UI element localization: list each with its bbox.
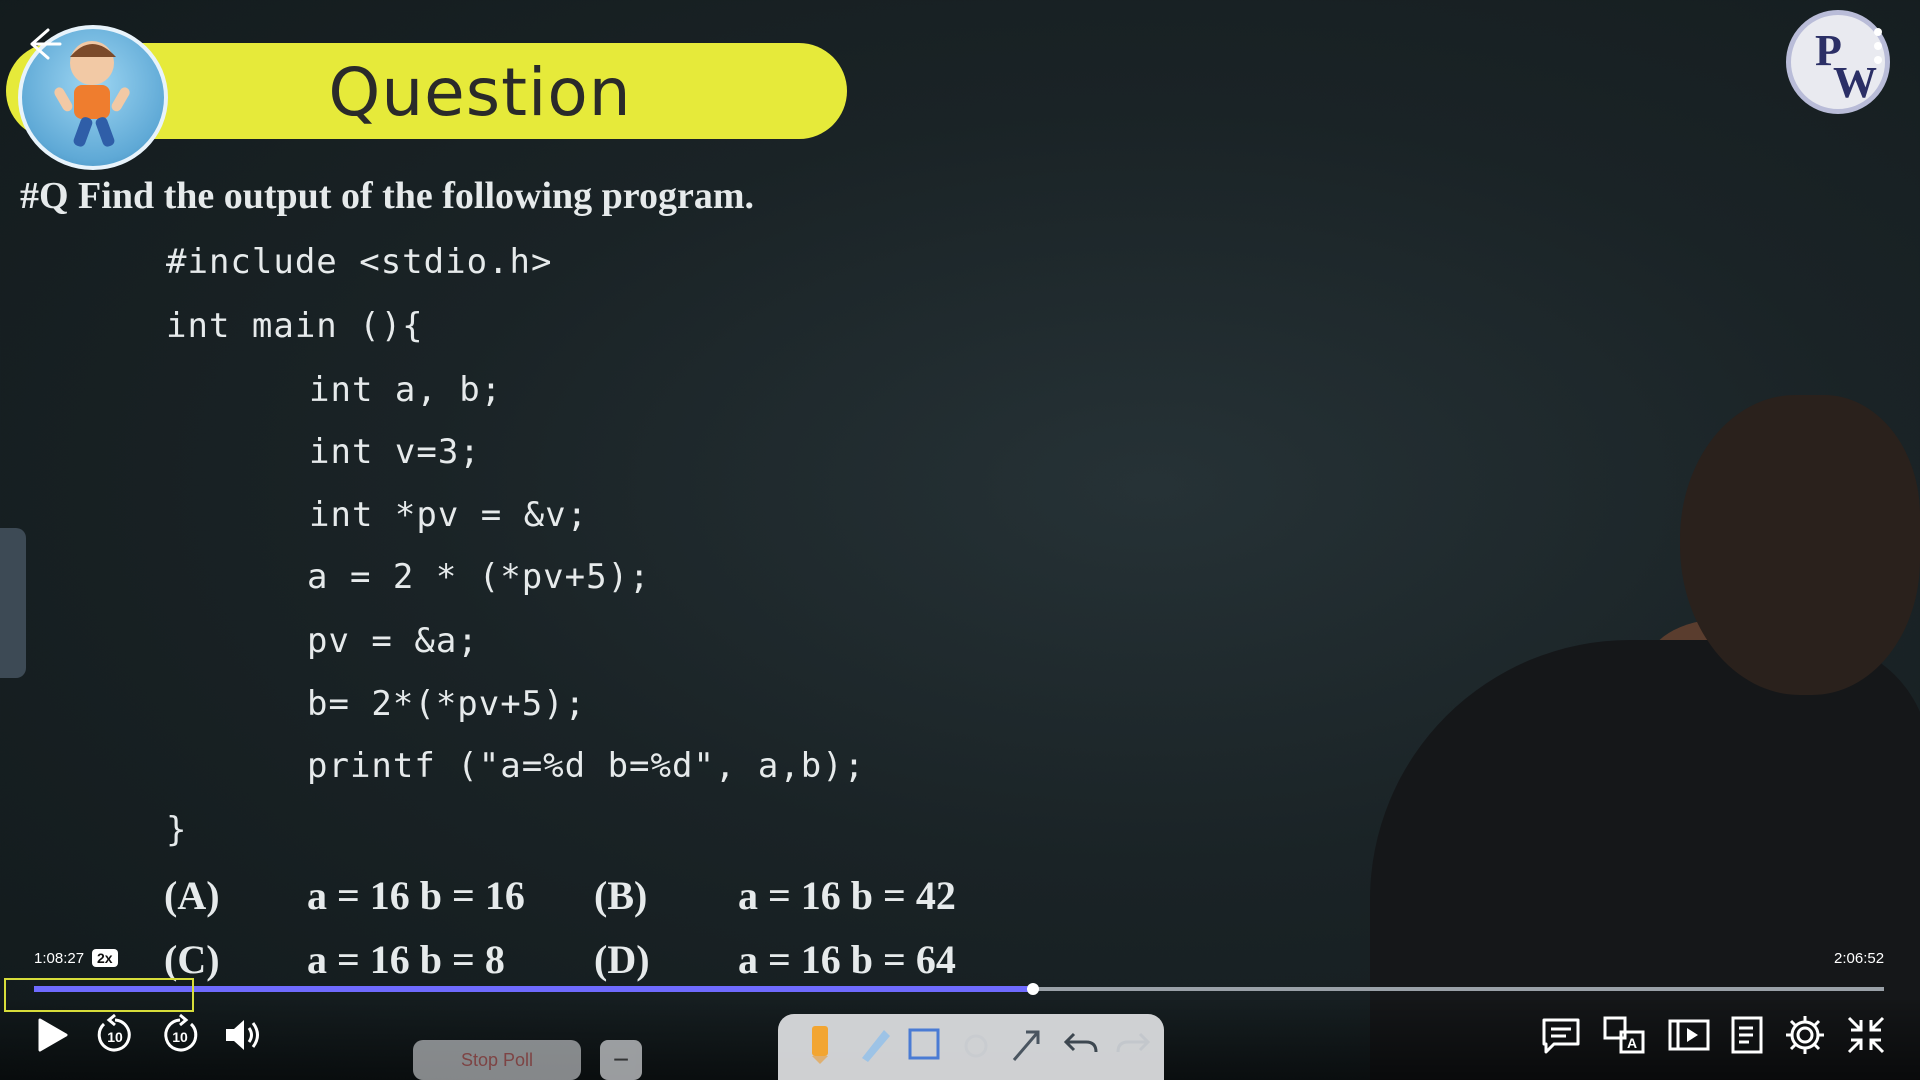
banner-title: Question (328, 53, 632, 131)
code-line: pv = &a; (307, 621, 479, 661)
option-text-c: a = 16 b = 8 (307, 937, 505, 982)
code-line: printf ("a=%d b=%d", a,b); (307, 746, 866, 786)
question-text: #Q Find the output of the following prog… (20, 175, 755, 217)
current-time: 1:08:27 (34, 950, 85, 967)
option-label-c: (C) (164, 937, 220, 982)
playback-speed-badge[interactable]: 2x (92, 949, 118, 967)
rewind-10-icon[interactable]: 10 (92, 1012, 138, 1058)
play-icon[interactable] (28, 1012, 74, 1058)
option-text-d: a = 16 b = 64 (738, 937, 956, 982)
translate-icon[interactable]: A (1601, 1012, 1647, 1058)
code-line: int v=3; (309, 432, 481, 472)
notes-icon[interactable] (1725, 1012, 1771, 1058)
arrow-icon[interactable] (1006, 1022, 1046, 1066)
circle-icon[interactable] (956, 1022, 996, 1066)
side-panel-handle[interactable] (0, 528, 26, 678)
chat-icon[interactable] (1538, 1012, 1584, 1058)
rectangle-icon[interactable] (904, 1022, 944, 1066)
forward-label: 10 (172, 1029, 188, 1045)
rewind-label: 10 (107, 1029, 123, 1045)
redo-icon[interactable] (1114, 1022, 1154, 1066)
code-line: } (166, 810, 188, 850)
minus-button[interactable]: − (600, 1040, 642, 1080)
code-line: int main (){ (166, 306, 424, 346)
progress-thumb[interactable] (1027, 983, 1039, 995)
stop-poll-button[interactable]: Stop Poll (413, 1040, 581, 1080)
total-time: 2:06:52 (1834, 950, 1885, 967)
thumbnail-preview-frame (4, 978, 194, 1012)
code-line: int a, b; (309, 370, 503, 410)
more-options-icon[interactable] (1868, 22, 1888, 70)
pen-icon[interactable] (800, 1022, 840, 1066)
presenter-head (1680, 395, 1920, 695)
code-line: int *pv = &v; (309, 495, 589, 535)
option-label-a: (A) (164, 873, 220, 918)
settings-icon[interactable] (1782, 1012, 1828, 1058)
code-line: a = 2 * (*pv+5); (307, 557, 651, 597)
option-text-b: a = 16 b = 42 (738, 873, 956, 918)
exit-fullscreen-icon[interactable] (1843, 1012, 1889, 1058)
code-line: #include <stdio.h> (166, 242, 553, 282)
undo-icon[interactable] (1060, 1022, 1100, 1066)
volume-icon[interactable] (220, 1012, 266, 1058)
video-panel-icon[interactable] (1666, 1012, 1712, 1058)
option-text-a: a = 16 b = 16 (307, 873, 525, 918)
back-arrow-icon[interactable] (18, 20, 66, 68)
code-line: b= 2*(*pv+5); (307, 684, 587, 724)
svg-text:A: A (1627, 1035, 1637, 1051)
option-label-b: (B) (594, 873, 648, 918)
option-label-d: (D) (594, 937, 650, 982)
highlighter-icon[interactable] (854, 1022, 894, 1066)
forward-10-icon[interactable]: 10 (157, 1012, 203, 1058)
